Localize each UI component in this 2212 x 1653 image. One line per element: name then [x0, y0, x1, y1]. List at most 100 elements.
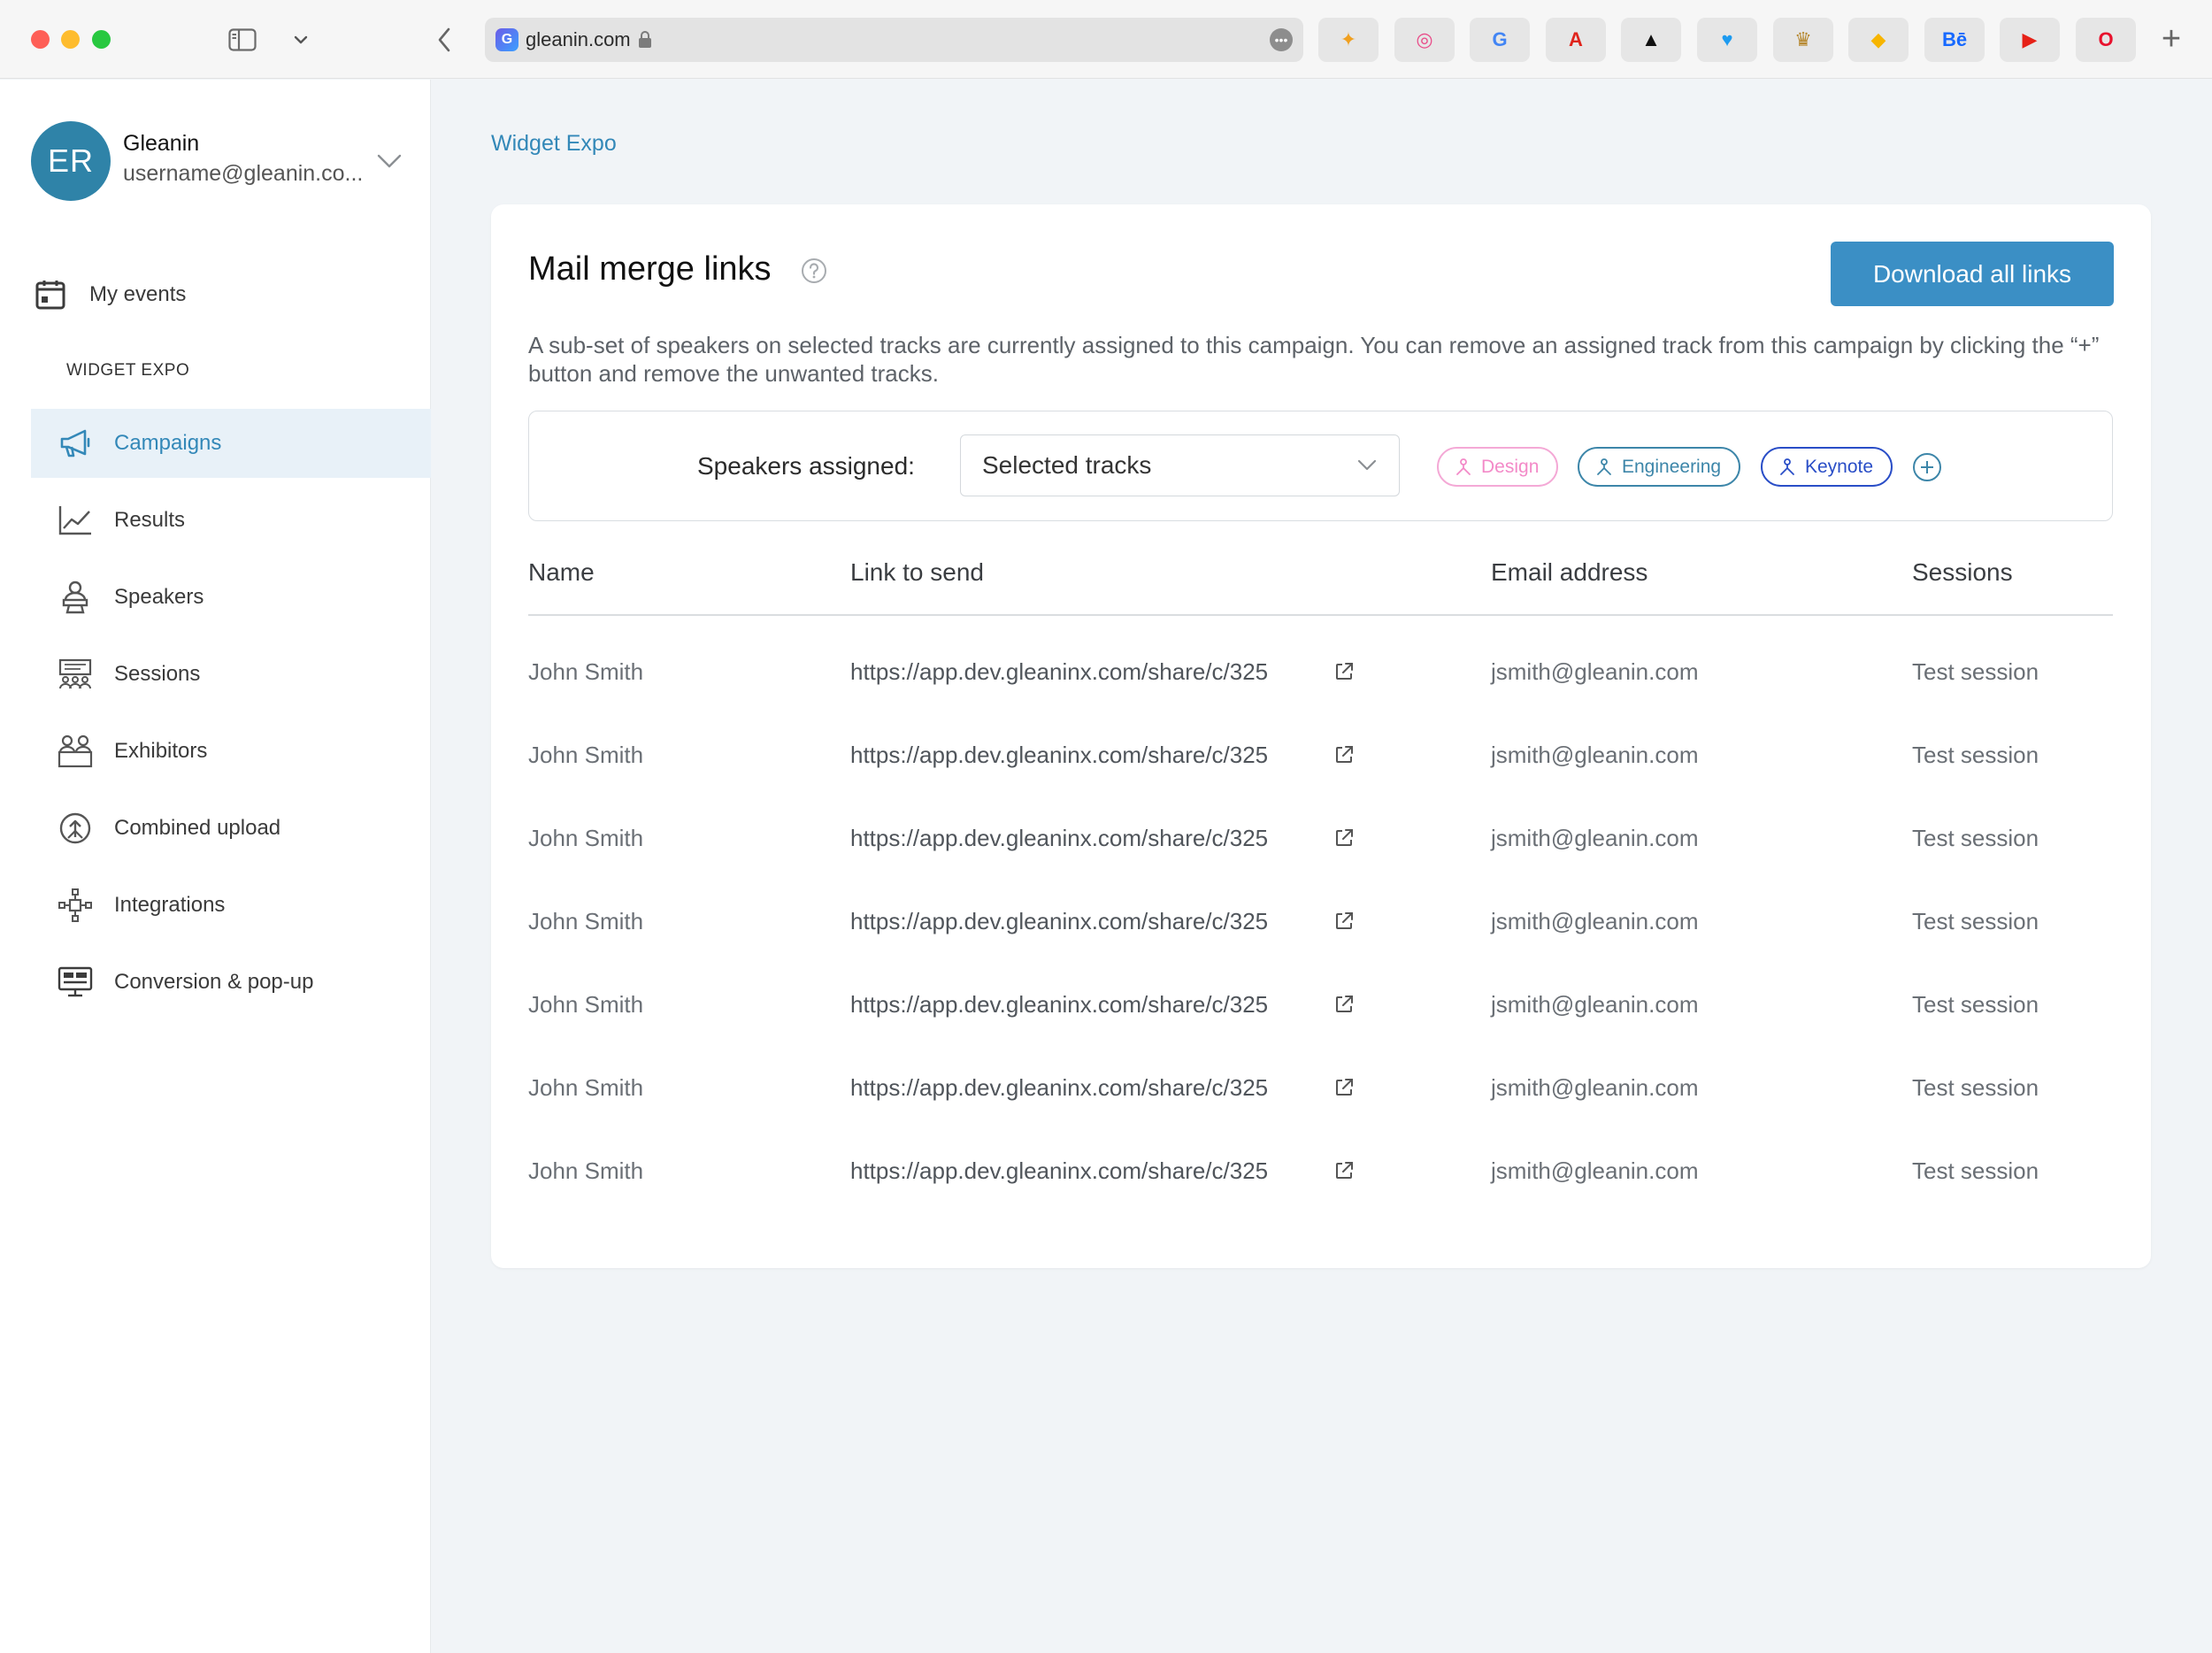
close-window-button[interactable] — [31, 30, 50, 49]
header-divider — [528, 614, 2113, 616]
nav-conversion-popup-label: Conversion & pop-up — [114, 970, 314, 994]
external-link-icon[interactable] — [1333, 994, 1355, 1015]
back-arrow-icon[interactable] — [434, 19, 455, 60]
cell-email: jsmith@gleanin.com — [1491, 1157, 1699, 1184]
external-link-icon[interactable] — [1333, 744, 1355, 765]
breadcrumb[interactable]: Widget Expo — [491, 131, 617, 157]
cell-link[interactable]: https://app.dev.gleaninx.com/share/c/325 — [850, 1157, 1268, 1185]
tracks-select[interactable]: Selected tracks — [960, 434, 1400, 496]
nav-combined-upload[interactable]: Combined upload — [31, 794, 431, 863]
cell-session: Test session — [1912, 658, 2039, 685]
speaker-icon — [56, 578, 95, 617]
cell-link[interactable]: https://app.dev.gleaninx.com/share/c/325 — [850, 1074, 1268, 1102]
account-chevron-down-icon[interactable] — [376, 152, 403, 170]
table-row: John Smith https://app.dev.gleaninx.com/s… — [491, 825, 2151, 869]
track-icon — [1456, 457, 1471, 475]
fav-twitter-icon[interactable]: ♥ — [1697, 18, 1757, 62]
address-bar[interactable]: G gleanin.com ••• — [485, 18, 1303, 62]
fav-crown-icon[interactable]: ♛ — [1773, 18, 1833, 62]
track-tag-keynote-label: Keynote — [1805, 456, 1874, 477]
nav-results[interactable]: Results — [31, 486, 431, 555]
external-link-icon[interactable] — [1333, 1160, 1355, 1181]
avatar[interactable]: ER — [31, 121, 111, 201]
nav-results-label: Results — [114, 508, 186, 532]
nav-speakers[interactable]: Speakers — [31, 563, 431, 632]
nav-exhibitors-label: Exhibitors — [114, 739, 208, 763]
nav-conversion-popup[interactable]: Conversion & pop-up — [31, 948, 431, 1017]
nav-campaigns-label: Campaigns — [114, 431, 222, 455]
external-link-icon[interactable] — [1333, 911, 1355, 932]
minimize-window-button[interactable] — [61, 30, 80, 49]
nav-integrations[interactable]: Integrations — [31, 871, 431, 940]
monitor-icon — [56, 963, 95, 1002]
external-link-icon[interactable] — [1333, 661, 1355, 682]
fav-google-icon[interactable]: G — [1470, 18, 1530, 62]
fav-opera-icon[interactable]: O — [2076, 18, 2136, 62]
cell-email: jsmith@gleanin.com — [1491, 908, 1699, 934]
external-link-icon[interactable] — [1333, 827, 1355, 849]
column-header-name: Name — [528, 558, 595, 586]
table-row: John Smith https://app.dev.gleaninx.com/s… — [491, 991, 2151, 1035]
chevron-down-icon — [1357, 459, 1377, 471]
calendar-icon — [31, 275, 70, 314]
site-favicon-icon: G — [495, 28, 518, 51]
browser-toolbar: G gleanin.com ••• ✦ ◎ G A ▲ ♥ ♛ ◆ Bē ▶ O + — [0, 0, 2212, 79]
cell-session: Test session — [1912, 1157, 2039, 1184]
add-track-plus-icon[interactable] — [1912, 452, 1942, 482]
nav-combined-upload-label: Combined upload — [114, 816, 281, 840]
cell-name: John Smith — [528, 991, 644, 1018]
speakers-assigned-panel: Speakers assigned: Selected tracks Desig… — [528, 411, 2113, 521]
cell-link[interactable]: https://app.dev.gleaninx.com/share/c/325 — [850, 658, 1268, 686]
cell-link[interactable]: https://app.dev.gleaninx.com/share/c/325 — [850, 825, 1268, 852]
cell-link[interactable]: https://app.dev.gleaninx.com/share/c/325 — [850, 991, 1268, 1019]
address-url: gleanin.com — [526, 28, 631, 50]
fav-behance-icon[interactable]: Bē — [1924, 18, 1985, 62]
nav-exhibitors[interactable]: Exhibitors — [31, 717, 431, 786]
table-row: John Smith https://app.dev.gleaninx.com/s… — [491, 1074, 2151, 1119]
track-icon — [1780, 457, 1794, 475]
new-tab-button[interactable]: + — [2155, 20, 2187, 58]
nav-sessions[interactable]: Sessions — [31, 640, 431, 709]
lock-icon — [638, 31, 651, 48]
tracks-select-value: Selected tracks — [982, 451, 1152, 479]
cell-name: John Smith — [528, 1074, 644, 1101]
fav-dribbble-icon[interactable]: ◎ — [1394, 18, 1455, 62]
integrations-icon — [56, 886, 95, 925]
page-options-icon[interactable]: ••• — [1270, 28, 1293, 51]
track-tag-keynote[interactable]: Keynote — [1761, 447, 1893, 487]
sidebar: ER Gleanin username@gleanin.co... My eve… — [0, 80, 431, 1653]
cell-session: Test session — [1912, 742, 2039, 768]
column-header-sessions: Sessions — [1912, 558, 2013, 586]
table-row: John Smith https://app.dev.gleaninx.com/s… — [491, 1157, 2151, 1202]
nav-campaigns[interactable]: Campaigns — [31, 409, 431, 478]
upload-icon — [56, 809, 95, 848]
cell-link[interactable]: https://app.dev.gleaninx.com/share/c/325 — [850, 908, 1268, 935]
track-tag-engineering[interactable]: Engineering — [1578, 447, 1741, 487]
nav-my-events-label: My events — [89, 282, 187, 306]
fav-adobe-icon[interactable]: A — [1546, 18, 1606, 62]
line-chart-icon — [56, 501, 95, 540]
download-all-links-button[interactable]: Download all links — [1831, 242, 2114, 306]
sessions-icon — [56, 655, 95, 694]
column-header-link: Link to send — [850, 558, 984, 586]
fav-adidas-icon[interactable]: ▲ — [1621, 18, 1681, 62]
external-link-icon[interactable] — [1333, 1077, 1355, 1098]
table-row: John Smith https://app.dev.gleaninx.com/s… — [491, 908, 2151, 952]
track-tag-design[interactable]: Design — [1437, 447, 1559, 487]
cell-link[interactable]: https://app.dev.gleaninx.com/share/c/325 — [850, 742, 1268, 769]
nav-my-events[interactable]: My events — [31, 260, 431, 329]
fav-youtube-icon[interactable]: ▶ — [2000, 18, 2060, 62]
cell-session: Test session — [1912, 825, 2039, 851]
fav-sketch-icon[interactable]: ◆ — [1848, 18, 1909, 62]
nav-sessions-label: Sessions — [114, 662, 201, 686]
tab-group-chevron-icon[interactable] — [292, 19, 310, 60]
cell-name: John Smith — [528, 825, 644, 851]
fav-fireworks-icon[interactable]: ✦ — [1318, 18, 1379, 62]
cell-name: John Smith — [528, 742, 644, 768]
zoom-window-button[interactable] — [92, 30, 111, 49]
help-icon[interactable] — [801, 258, 827, 284]
speakers-assigned-label: Speakers assigned: — [697, 452, 915, 480]
column-header-email: Email address — [1491, 558, 1648, 586]
sidebar-toggle-icon[interactable] — [227, 19, 258, 60]
cell-session: Test session — [1912, 908, 2039, 934]
